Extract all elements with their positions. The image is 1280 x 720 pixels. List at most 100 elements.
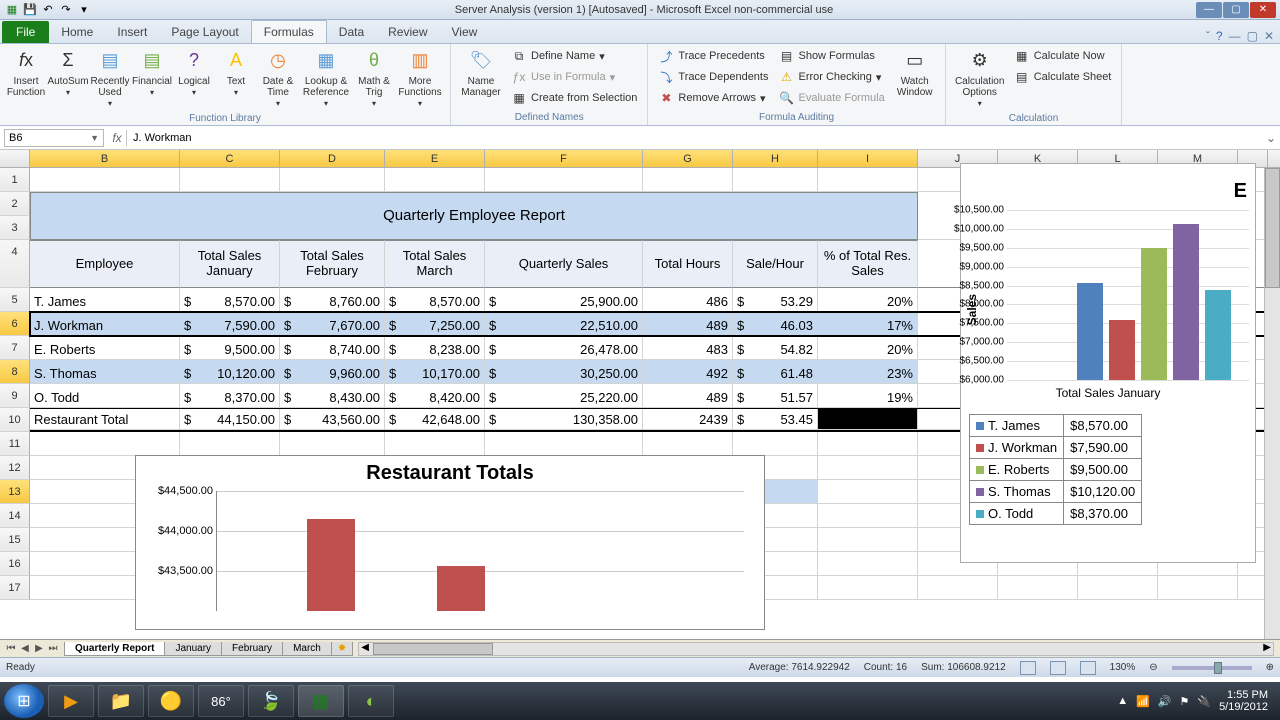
chart-restaurant-totals[interactable]: Restaurant Totals $44,500.00$44,000.00$4… — [135, 455, 765, 630]
battery-icon[interactable]: 🔌 — [1197, 695, 1211, 708]
watch-window-button[interactable]: ▭Watch Window — [891, 46, 939, 100]
math-trig-button[interactable]: θMath & Trig▾ — [354, 46, 394, 111]
cell[interactable]: $8,420.00 — [385, 384, 485, 408]
sheet-tab[interactable]: Quarterly Report — [64, 642, 165, 656]
cell[interactable]: $8,570.00 — [180, 288, 280, 312]
employee-cell[interactable]: T. James — [30, 288, 180, 312]
row-header[interactable]: 14 — [0, 504, 30, 528]
cell[interactable]: $7,590.00 — [180, 312, 280, 336]
tab-page-layout[interactable]: Page Layout — [159, 21, 250, 43]
row-header[interactable]: 5 — [0, 288, 30, 312]
zoom-level[interactable]: 130% — [1110, 662, 1136, 673]
redo-icon[interactable]: ↷ — [58, 2, 74, 18]
excel-taskbar-icon[interactable]: ▦ — [298, 685, 344, 717]
trace-precedents-button[interactable]: ⤴Trace Precedents — [654, 46, 772, 66]
tab-view[interactable]: View — [440, 21, 490, 43]
employee-cell[interactable]: S. Thomas — [30, 360, 180, 384]
app-icon[interactable]: 🍃 — [248, 685, 294, 717]
cell[interactable]: $51.57 — [733, 384, 818, 408]
cell[interactable]: $8,760.00 — [280, 288, 385, 312]
sheet-tab[interactable]: February — [221, 642, 283, 656]
media-player-icon[interactable]: ▶ — [48, 685, 94, 717]
cell[interactable]: $9,960.00 — [280, 360, 385, 384]
cell[interactable]: $8,238.00 — [385, 336, 485, 360]
lookup-button[interactable]: ▦Lookup & Reference▾ — [300, 46, 352, 111]
calculation-options-button[interactable]: ⚙Calculation Options▾ — [952, 46, 1008, 111]
employee-cell[interactable]: O. Todd — [30, 384, 180, 408]
cell[interactable]: $53.29 — [733, 288, 818, 312]
new-sheet-button[interactable]: ✸ — [331, 642, 353, 656]
employee-cell[interactable]: J. Workman — [30, 312, 180, 336]
system-tray[interactable]: ▲ 📶 🔊 ⚑ 🔌 1:55 PM 5/19/2012 — [1117, 689, 1276, 713]
weather-widget[interactable]: 86° — [198, 685, 244, 717]
financial-button[interactable]: ▤Financial▾ — [132, 46, 172, 100]
use-in-formula-button[interactable]: ƒxUse in Formula ▾ — [507, 67, 641, 87]
cell[interactable]: $8,370.00 — [180, 384, 280, 408]
row-header[interactable]: 15 — [0, 528, 30, 552]
ribbon-minimize-icon[interactable]: ˇ — [1206, 29, 1210, 43]
doc-close-icon[interactable]: ✕ — [1264, 29, 1274, 43]
more-functions-button[interactable]: ▥More Functions▾ — [396, 46, 444, 111]
calculate-now-button[interactable]: ▦Calculate Now — [1010, 46, 1116, 66]
file-tab[interactable]: File — [2, 21, 49, 43]
row-header[interactable]: 3 — [0, 216, 30, 240]
cell[interactable]: $26,478.00 — [485, 336, 643, 360]
row-header[interactable]: 12 — [0, 456, 30, 480]
tab-review[interactable]: Review — [376, 21, 439, 43]
row-header[interactable]: 8 — [0, 360, 30, 384]
cell[interactable]: $8,740.00 — [280, 336, 385, 360]
save-icon[interactable]: 💾 — [22, 2, 38, 18]
tab-home[interactable]: Home — [49, 21, 105, 43]
col-header[interactable]: H — [733, 150, 818, 167]
row-header[interactable]: 11 — [0, 432, 30, 456]
trace-dependents-button[interactable]: ⤵Trace Dependents — [654, 67, 772, 87]
help-icon[interactable]: ? — [1216, 29, 1223, 43]
horizontal-scrollbar[interactable]: ◀▶ — [358, 642, 1274, 656]
show-formulas-button[interactable]: ▤Show Formulas — [774, 46, 888, 66]
row-header[interactable]: 4 — [0, 240, 30, 288]
cell[interactable]: $25,220.00 — [485, 384, 643, 408]
maximize-button[interactable]: ▢ — [1223, 2, 1249, 18]
tray-up-icon[interactable]: ▲ — [1117, 695, 1128, 707]
date-time-button[interactable]: ◷Date & Time▾ — [258, 46, 298, 111]
cell[interactable]: $25,900.00 — [485, 288, 643, 312]
page-break-view-button[interactable] — [1080, 661, 1096, 675]
remove-arrows-button[interactable]: ✖Remove Arrows ▾ — [654, 88, 772, 108]
cell[interactable]: 486 — [643, 288, 733, 312]
zoom-out-button[interactable]: ⊖ — [1149, 662, 1157, 673]
autosum-button[interactable]: ΣAutoSum▾ — [48, 46, 88, 100]
chrome-icon[interactable]: 🟡 — [148, 685, 194, 717]
qat-dropdown-icon[interactable]: ▾ — [76, 2, 92, 18]
cell[interactable]: $8,570.00 — [385, 288, 485, 312]
cell[interactable]: 483 — [643, 336, 733, 360]
sheet-tab[interactable]: March — [282, 642, 332, 656]
col-header[interactable]: G — [643, 150, 733, 167]
formula-input[interactable]: J. Workman — [126, 130, 1262, 146]
action-center-icon[interactable]: ⚑ — [1179, 695, 1189, 708]
tab-insert[interactable]: Insert — [105, 21, 159, 43]
text-button[interactable]: AText▾ — [216, 46, 256, 100]
tab-data[interactable]: Data — [327, 21, 376, 43]
start-button[interactable]: ⊞ — [4, 684, 44, 718]
clock[interactable]: 1:55 PM 5/19/2012 — [1219, 689, 1268, 713]
row-header[interactable]: 16 — [0, 552, 30, 576]
cell[interactable]: 489 — [643, 312, 733, 336]
close-button[interactable]: ✕ — [1250, 2, 1276, 18]
formula-expand-icon[interactable]: ⌄ — [1262, 131, 1280, 145]
cell[interactable]: $22,510.00 — [485, 312, 643, 336]
cell[interactable]: 23% — [818, 360, 918, 384]
chart-employee-sales[interactable]: E Sales $10,500.00$10,000.00$9,500.00$9,… — [960, 163, 1256, 563]
zoom-slider[interactable] — [1172, 666, 1252, 670]
employee-cell[interactable]: E. Roberts — [30, 336, 180, 360]
vertical-scrollbar[interactable] — [1264, 168, 1280, 639]
name-box[interactable]: B6▼ — [4, 129, 104, 147]
col-header[interactable]: C — [180, 150, 280, 167]
select-all-corner[interactable] — [0, 150, 30, 167]
row-header[interactable]: 10 — [0, 408, 30, 432]
logical-button[interactable]: ?Logical▾ — [174, 46, 214, 100]
volume-icon[interactable]: 🔊 — [1158, 695, 1172, 708]
cell[interactable]: 492 — [643, 360, 733, 384]
undo-icon[interactable]: ↶ — [40, 2, 56, 18]
cell[interactable]: $7,670.00 — [280, 312, 385, 336]
cell[interactable]: 489 — [643, 384, 733, 408]
